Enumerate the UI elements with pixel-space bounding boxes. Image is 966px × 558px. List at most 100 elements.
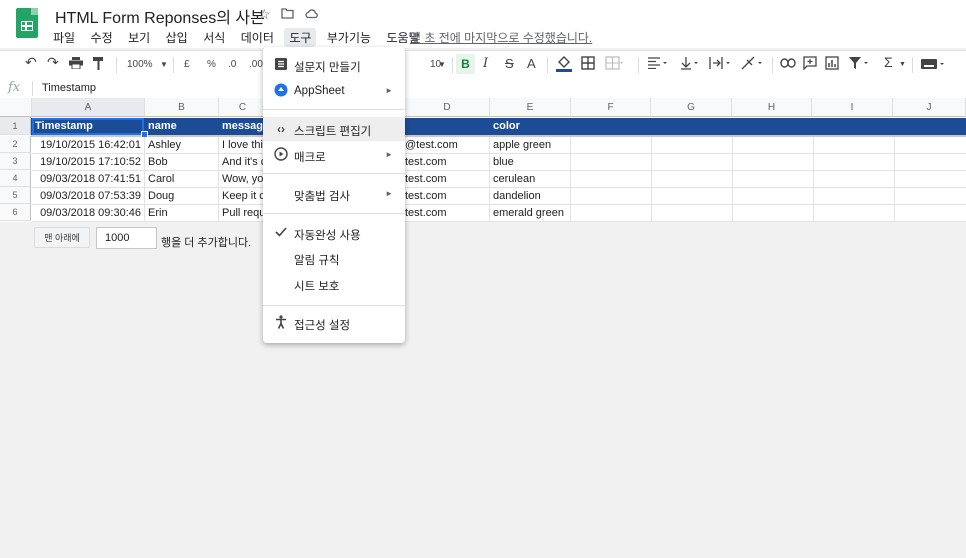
empty-cells[interactable] [571, 137, 966, 222]
borders-icon[interactable] [581, 56, 595, 73]
table-cell[interactable]: test.com [405, 188, 490, 205]
insert-comment-icon[interactable] [803, 56, 817, 73]
table-cell[interactable]: Ashley [145, 137, 219, 154]
row-header[interactable]: 2 [0, 136, 31, 153]
filter-icon[interactable] [848, 56, 870, 73]
menu-item-script-editor[interactable]: ‹› 스크립트 편집기 [263, 117, 405, 141]
menu-item-macros[interactable]: 매크로 ► [263, 143, 405, 167]
table-cell[interactable]: test.com [405, 205, 490, 222]
paint-format-icon[interactable] [93, 57, 104, 73]
header-cell[interactable]: message [219, 118, 269, 135]
table-cell[interactable]: Bob [145, 154, 219, 171]
table-cell[interactable]: Pull requ [219, 205, 267, 222]
menu-item-appsheet[interactable]: AppSheet ► [263, 79, 405, 103]
table-cell[interactable]: @test.com [405, 137, 490, 154]
menu-format[interactable]: 서식 [198, 28, 230, 47]
input-tools-icon[interactable] [921, 58, 947, 72]
functions-button[interactable]: Σ [884, 54, 893, 70]
select-all-corner[interactable] [0, 98, 32, 117]
column-header[interactable]: G [651, 98, 732, 117]
menu-data[interactable]: 데이터 [236, 28, 279, 47]
last-edit-link[interactable]: 몇 초 전에 마지막으로 수정했습니다. [410, 29, 592, 46]
table-cell[interactable]: 09/03/2018 07:53:39 [32, 188, 145, 205]
table-cell[interactable]: dandelion [490, 188, 571, 205]
star-icon[interactable]: ☆ [258, 6, 271, 23]
text-color-button[interactable]: A [527, 56, 536, 71]
print-icon[interactable] [69, 57, 83, 72]
table-cell[interactable]: Doug [145, 188, 219, 205]
column-header[interactable]: B [145, 98, 219, 117]
table-cell[interactable]: test.com [405, 154, 490, 171]
menu-edit[interactable]: 수정 [86, 28, 118, 47]
zoom-dropdown-icon[interactable]: ▼ [160, 60, 168, 69]
header-cell[interactable]: name [145, 118, 219, 135]
italic-button[interactable]: I [483, 56, 488, 71]
table-cell[interactable]: And it's c [219, 154, 267, 171]
move-folder-icon[interactable] [281, 6, 294, 22]
table-cell[interactable]: Wow, yo [219, 171, 267, 188]
functions-dropdown-icon[interactable]: ▼ [899, 61, 906, 68]
menu-item-protect-sheet[interactable]: 시트 보호 [263, 272, 405, 296]
menu-file[interactable]: 파일 [48, 28, 80, 47]
table-cell[interactable]: 19/10/2015 17:10:52 [32, 154, 145, 171]
font-size-dropdown-icon[interactable]: ▼ [438, 60, 446, 69]
cloud-status-icon[interactable] [305, 6, 319, 22]
column-header[interactable]: C [219, 98, 267, 117]
menu-view[interactable]: 보기 [123, 28, 155, 47]
table-cell[interactable]: Carol [145, 171, 219, 188]
table-cell[interactable]: 09/03/2018 07:41:51 [32, 171, 145, 188]
vertical-align-icon[interactable] [680, 56, 700, 73]
table-cell[interactable]: 19/10/2015 16:42:01 [32, 137, 145, 154]
menu-addons[interactable]: 부가기능 [322, 28, 376, 47]
horizontal-align-icon[interactable] [648, 57, 668, 72]
table-cell[interactable]: apple green [490, 137, 571, 154]
menu-item-notification-rules[interactable]: 알림 규칙 [263, 246, 405, 270]
column-header[interactable]: D [405, 98, 490, 117]
table-cell[interactable]: Erin [145, 205, 219, 222]
menu-item-autocomplete[interactable]: 자동완성 사용 [263, 221, 405, 245]
menu-tools[interactable]: 도구 [284, 28, 317, 47]
column-header[interactable]: A [32, 98, 145, 117]
percent-format-button[interactable]: % [207, 59, 216, 70]
row-header[interactable]: 6 [0, 204, 31, 221]
increase-decimal-button[interactable]: .00 [249, 59, 263, 70]
add-rows-button[interactable]: 맨 아래에 [34, 227, 90, 248]
column-header[interactable]: H [732, 98, 812, 117]
row-header[interactable]: 3 [0, 153, 31, 170]
menu-item-accessibility[interactable]: 접근성 설정 [263, 311, 405, 335]
text-wrap-icon[interactable] [709, 56, 733, 73]
document-title[interactable]: HTML Form Reponses의 사본 [55, 4, 265, 28]
column-header[interactable]: I [812, 98, 893, 117]
row-header[interactable]: 1 [0, 117, 31, 135]
table-cell[interactable]: emerald green [490, 205, 571, 222]
text-rotation-icon[interactable] [741, 56, 765, 73]
header-cell[interactable]: color [490, 118, 571, 135]
decrease-decimal-button[interactable]: .0 [228, 59, 236, 70]
row-header[interactable]: 5 [0, 187, 31, 204]
table-cell[interactable]: 09/03/2018 09:30:46 [32, 205, 145, 222]
redo-icon[interactable]: ↷ [47, 54, 59, 71]
menu-insert[interactable]: 삽입 [161, 28, 193, 47]
table-cell[interactable]: test.com [405, 171, 490, 188]
table-cell[interactable]: cerulean [490, 171, 571, 188]
table-cell[interactable]: Keep it c [219, 188, 267, 205]
row-header[interactable]: 4 [0, 170, 31, 187]
undo-icon[interactable]: ↶ [25, 54, 37, 71]
column-header[interactable]: F [571, 98, 651, 117]
column-header[interactable]: E [490, 98, 571, 117]
add-rows-count-input[interactable]: 1000 [96, 227, 157, 249]
menu-item-spellcheck[interactable]: 맞춤법 검사 ► [263, 182, 405, 206]
bold-button[interactable]: B [456, 54, 475, 74]
insert-chart-icon[interactable] [825, 56, 839, 73]
formula-input[interactable]: Timestamp [42, 82, 96, 94]
insert-link-icon[interactable] [780, 57, 796, 71]
strikethrough-button[interactable]: S [505, 56, 514, 71]
table-cell[interactable]: blue [490, 154, 571, 171]
zoom-select[interactable]: 100% [127, 59, 153, 70]
menu-item-create-form[interactable]: 설문지 만들기 [263, 53, 405, 77]
fill-color-icon[interactable] [556, 55, 572, 76]
table-cell[interactable]: I love this [219, 137, 267, 154]
sheets-logo-icon[interactable] [16, 8, 38, 38]
merge-cells-icon[interactable] [605, 56, 623, 73]
currency-format-button[interactable]: £ [184, 59, 190, 70]
